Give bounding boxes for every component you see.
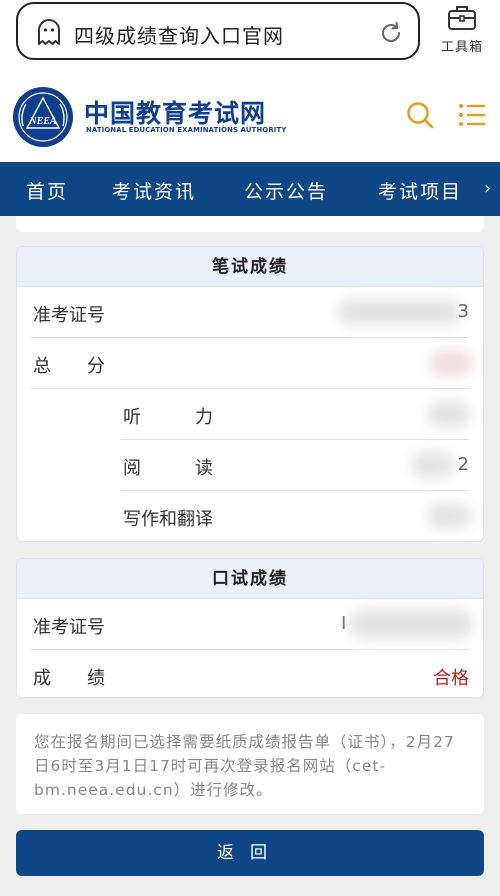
written-score-title: 笔试成绩 bbox=[17, 247, 483, 287]
site-header: NEEA 中国教育考试网 NATIONAL EDUCATION EXAMINAT… bbox=[0, 76, 500, 162]
written-ticket-row: 准考证号 3 bbox=[31, 287, 469, 338]
total-score-row: 总 分 bbox=[31, 338, 473, 389]
search-bar[interactable]: 四级成绩查询入口官网 bbox=[16, 2, 420, 60]
svg-text:NEEA: NEEA bbox=[28, 116, 57, 127]
ghost-icon bbox=[38, 19, 60, 45]
written-ticket-tail: 3 bbox=[457, 301, 469, 322]
written-score-card: 笔试成绩 准考证号 3 总 分 听 力 阅 读 2 写作和翻译 bbox=[16, 246, 484, 542]
paper-report-notice: 您在报名期间已选择需要纸质成绩报告单（证书），2月27日6时至3月1日17时可再… bbox=[16, 714, 484, 814]
toolbox-button[interactable]: 工具箱 bbox=[436, 4, 488, 64]
search-query[interactable]: 四级成绩查询入口官网 bbox=[74, 20, 284, 49]
redacted-total-score bbox=[429, 350, 473, 376]
toolbox-label: 工具箱 bbox=[440, 40, 483, 55]
reading-label: 阅 读 bbox=[123, 458, 213, 479]
nav-home[interactable]: 首页 bbox=[26, 177, 68, 204]
nav-news[interactable]: 考试资讯 bbox=[112, 177, 196, 204]
redacted-listening-score bbox=[427, 401, 471, 427]
redacted-reading-score bbox=[411, 452, 455, 478]
listening-label: 听 力 bbox=[123, 407, 213, 428]
toolbox-icon bbox=[448, 6, 476, 30]
oral-score-title: 口试成绩 bbox=[17, 559, 483, 599]
search-icon[interactable] bbox=[405, 100, 435, 130]
redacted-ticket-number bbox=[337, 299, 461, 325]
oral-ticket-row: I 准考证号 bbox=[31, 599, 473, 650]
redacted-writing-score bbox=[427, 503, 471, 529]
site-name-en: NATIONAL EDUCATION EXAMINATIONS AUTHORIT… bbox=[86, 126, 287, 134]
writing-label: 写作和翻译 bbox=[123, 509, 213, 530]
site-name-cn[interactable]: 中国教育考试网 bbox=[84, 94, 266, 130]
written-ticket-label: 准考证号 bbox=[33, 305, 105, 326]
nav-more-arrow-icon[interactable]: › bbox=[484, 178, 491, 199]
writing-row: 写作和翻译 bbox=[121, 491, 471, 541]
neea-logo-icon[interactable]: NEEA bbox=[12, 86, 74, 148]
browser-toolbar: 四级成绩查询入口官网 工具箱 bbox=[0, 0, 500, 76]
oral-ticket-label: 准考证号 bbox=[33, 617, 105, 638]
reading-score-tail: 2 bbox=[457, 454, 469, 475]
refresh-icon[interactable] bbox=[378, 20, 404, 46]
oral-result-label: 成 绩 bbox=[33, 668, 105, 689]
oral-score-card: 口试成绩 I 准考证号 成 绩 合格 bbox=[16, 558, 484, 698]
oral-ticket-head: I bbox=[341, 613, 347, 634]
previous-card-bottom bbox=[16, 216, 484, 232]
menu-icon[interactable] bbox=[458, 102, 486, 128]
redacted-oral-ticket-number bbox=[349, 609, 473, 639]
total-score-label: 总 分 bbox=[33, 356, 105, 377]
nav-announcements[interactable]: 公示公告 bbox=[244, 177, 328, 204]
reading-row: 阅 读 2 bbox=[121, 440, 469, 491]
nav-exam-projects[interactable]: 考试项目 bbox=[378, 177, 462, 204]
main-nav: 首页 考试资讯 公示公告 考试项目 › bbox=[0, 162, 500, 216]
back-button[interactable]: 返回 bbox=[16, 830, 484, 876]
oral-result-row: 成 绩 合格 bbox=[31, 650, 469, 697]
listening-row: 听 力 bbox=[121, 389, 471, 440]
oral-result-value: 合格 bbox=[433, 668, 469, 689]
